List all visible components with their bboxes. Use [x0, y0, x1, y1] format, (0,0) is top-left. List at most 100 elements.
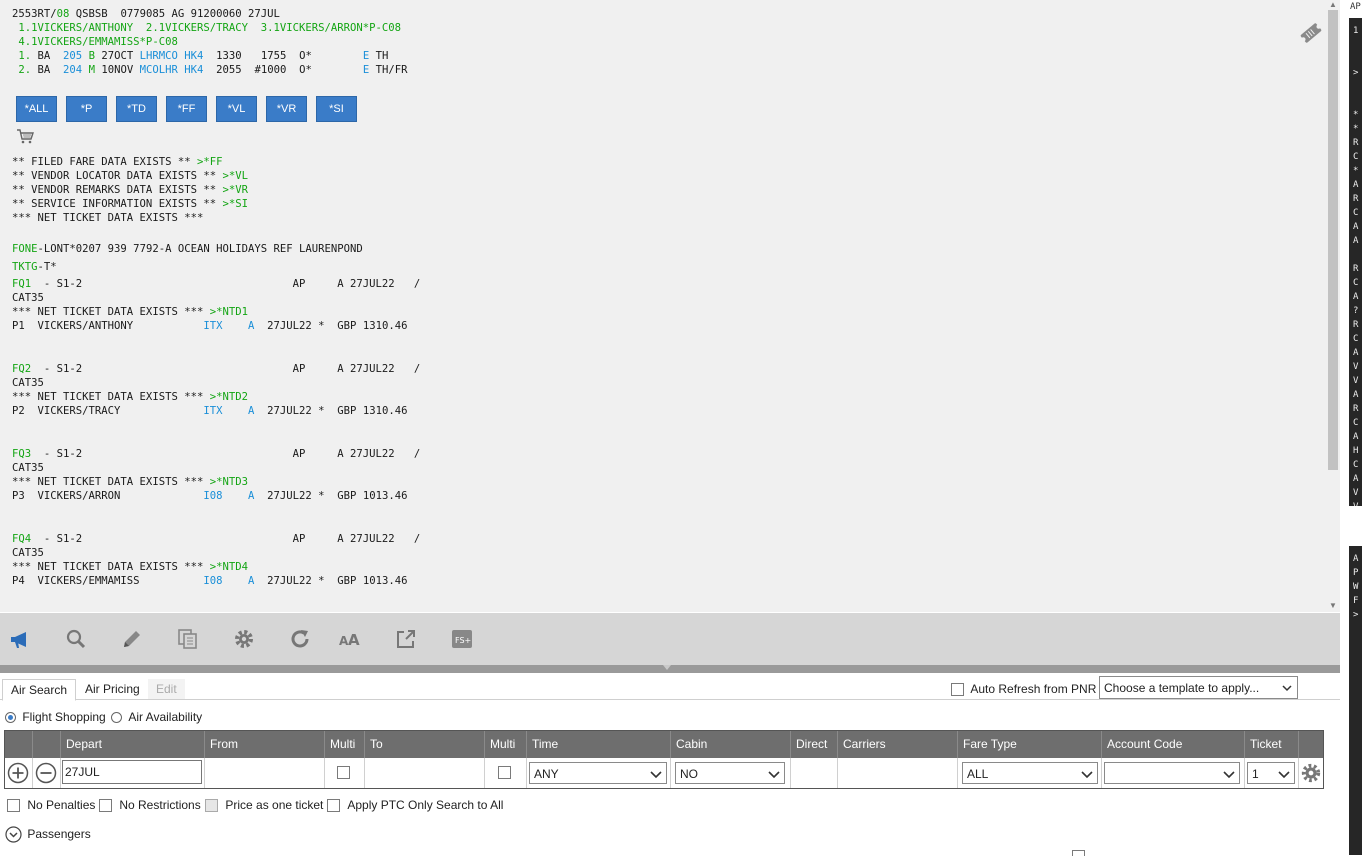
side-pane-text-2: A P W F >: [1353, 554, 1359, 620]
cabin-select[interactable]: NO: [675, 762, 785, 784]
no-restrictions-option[interactable]: No Restrictions: [99, 798, 201, 813]
external-link-icon[interactable]: [394, 627, 418, 651]
no-restrictions-checkbox[interactable]: [99, 799, 112, 813]
col-direct: Direct: [791, 731, 838, 758]
col-to: To: [365, 731, 485, 758]
cmd-button-vl[interactable]: *VL: [216, 96, 257, 122]
to-input[interactable]: [365, 758, 485, 788]
col-account-code: Account Code: [1102, 731, 1245, 758]
svg-text:A: A: [348, 631, 360, 649]
no-penalties-checkbox[interactable]: [7, 799, 20, 813]
chevron-down-circle-icon: [5, 826, 22, 843]
fs-plus-icon[interactable]: FS+: [450, 627, 474, 651]
air-availability-label: Air Availability: [128, 710, 203, 724]
chevron-down-icon: [1282, 685, 1292, 692]
ticketing-line: TKTG-T*: [12, 260, 57, 274]
passengers-label: Passengers: [27, 826, 91, 841]
scroll-up-icon[interactable]: ▲: [1326, 0, 1340, 10]
chevron-down-icon: [1278, 771, 1290, 779]
fare-quote-line: CAT35: [12, 462, 44, 474]
row-settings-icon[interactable]: [1300, 762, 1322, 784]
tab-air-pricing[interactable]: Air Pricing: [77, 679, 148, 699]
fare-type-select[interactable]: ALL: [962, 762, 1098, 784]
fare-quote-line: FQ2 - S1-2 AP A 27JUL22 /: [12, 363, 421, 375]
from-input[interactable]: [205, 758, 325, 788]
account-code-select[interactable]: [1104, 762, 1240, 784]
clipped-checkbox[interactable]: [1072, 850, 1085, 856]
auto-refresh-checkbox[interactable]: [951, 683, 964, 697]
remove-row-icon[interactable]: [35, 762, 57, 784]
fare-quote-line: P4 VICKERS/EMMAMISS I08 A 27JUL22 * GBP …: [12, 575, 408, 587]
phone-line: FONE-LONT*0207 939 7792-A OCEAN HOLIDAYS…: [12, 243, 363, 255]
passengers-toggle[interactable]: Passengers: [5, 826, 91, 843]
price-as-one-ticket-option[interactable]: Price as one ticket: [205, 798, 323, 813]
notice-line: ** SERVICE INFORMATION EXISTS ** >*SI: [12, 198, 248, 210]
side-pane-label: AP: [1350, 2, 1361, 12]
ticket-icon[interactable]: [1298, 20, 1324, 46]
template-select[interactable]: Choose a template to apply...: [1099, 676, 1298, 699]
col-from: From: [205, 731, 325, 758]
flight-shopping-radio[interactable]: [5, 712, 16, 724]
multi-to-checkbox[interactable]: [498, 766, 511, 779]
side-pane: AP 1 > * * R C * A R C A A R C A ? R C A…: [1349, 0, 1362, 855]
cmd-button-si[interactable]: *SI: [316, 96, 357, 122]
scroll-down-icon[interactable]: ▼: [1326, 601, 1340, 611]
font-size-icon[interactable]: A A: [338, 627, 364, 651]
fare-quote-line: CAT35: [12, 377, 44, 389]
fare-quote-3: FQ3 - S1-2 AP A 27JUL22 / CAT35 *** NET TI…: [12, 447, 420, 503]
cmd-button-td[interactable]: *TD: [116, 96, 157, 122]
no-penalties-option[interactable]: No Penalties: [7, 798, 95, 813]
cmd-button-all[interactable]: *ALL: [16, 96, 57, 122]
terminal-output[interactable]: 2553RT/08 QSBSB 0779085 AG 91200060 27JU…: [0, 0, 1326, 612]
ticketing-line: TKTG-T*: [12, 261, 57, 273]
apply-ptc-checkbox[interactable]: [327, 799, 340, 813]
time-select[interactable]: ANY: [529, 762, 667, 784]
cmd-button-vr[interactable]: *VR: [266, 96, 307, 122]
carriers-input[interactable]: [838, 758, 958, 788]
tab-edit[interactable]: Edit: [148, 679, 185, 699]
cmd-button-p[interactable]: *P: [66, 96, 107, 122]
scrollbar-thumb[interactable]: [1328, 10, 1338, 470]
no-restrictions-label: No Restrictions: [119, 798, 201, 812]
chevron-down-icon: [1223, 771, 1235, 779]
pnr-line: 1.1VICKERS/ANTHONY 2.1VICKERS/TRACY 3.1V…: [12, 22, 402, 34]
tab-air-search[interactable]: Air Search: [2, 679, 77, 701]
cmd-button-ff[interactable]: *FF: [166, 96, 207, 122]
col-cabin: Cabin: [671, 731, 791, 758]
pnr-notices-block: ** FILED FARE DATA EXISTS ** >*FF ** VEND…: [12, 155, 248, 225]
terminal-scrollbar[interactable]: ▲ ▼: [1326, 0, 1340, 612]
fare-quote-2: FQ2 - S1-2 AP A 27JUL22 / CAT35 *** NET TI…: [12, 362, 420, 418]
fare-quote-line: FQ1 - S1-2 AP A 27JUL22 /: [12, 278, 421, 290]
price-as-one-ticket-checkbox[interactable]: [205, 799, 218, 813]
search-grid: Depart From Multi To Multi Time Cabin Di…: [4, 730, 1324, 789]
ticket-select[interactable]: 1: [1247, 762, 1295, 784]
cart-icon[interactable]: [16, 128, 34, 144]
auto-refresh-label: Auto Refresh from PNR: [970, 682, 1097, 696]
depart-date-input[interactable]: 27JUL: [62, 760, 202, 784]
fare-quote-line: P1 VICKERS/ANTHONY ITX A 27JUL22 * GBP 1…: [12, 320, 408, 332]
fare-quote-line: CAT35: [12, 547, 44, 559]
gear-icon[interactable]: [232, 627, 256, 651]
refresh-icon[interactable]: [288, 627, 312, 651]
auto-refresh-option[interactable]: Auto Refresh from PNR: [951, 682, 1097, 697]
fare-quote-line: FQ4 - S1-2 AP A 27JUL22 /: [12, 533, 421, 545]
pane-splitter[interactable]: [0, 665, 1340, 673]
add-row-icon[interactable]: [7, 762, 29, 784]
search-icon[interactable]: [64, 627, 88, 651]
multi-from-checkbox[interactable]: [337, 766, 350, 779]
flight-shopping-option[interactable]: Flight Shopping: [5, 710, 106, 724]
col-depart: Depart: [61, 731, 205, 758]
copy-icon[interactable]: [176, 627, 200, 651]
col-time: Time: [527, 731, 671, 758]
megaphone-icon[interactable]: [8, 627, 32, 651]
direct-input[interactable]: [791, 758, 838, 788]
fare-quote-line: *** NET TICKET DATA EXISTS *** >*NTD2: [12, 391, 248, 403]
fare-quote-line: FQ3 - S1-2 AP A 27JUL22 /: [12, 448, 421, 460]
pnr-line: 4.1VICKERS/EMMAMISS*P-C08: [12, 36, 178, 48]
air-availability-option[interactable]: Air Availability: [111, 710, 202, 724]
apply-ptc-option[interactable]: Apply PTC Only Search to All: [327, 798, 503, 813]
pencil-icon[interactable]: [120, 627, 144, 651]
air-availability-radio[interactable]: [111, 712, 122, 724]
remove-row-cell: [33, 758, 61, 788]
fare-quote-line: *** NET TICKET DATA EXISTS *** >*NTD4: [12, 561, 248, 573]
